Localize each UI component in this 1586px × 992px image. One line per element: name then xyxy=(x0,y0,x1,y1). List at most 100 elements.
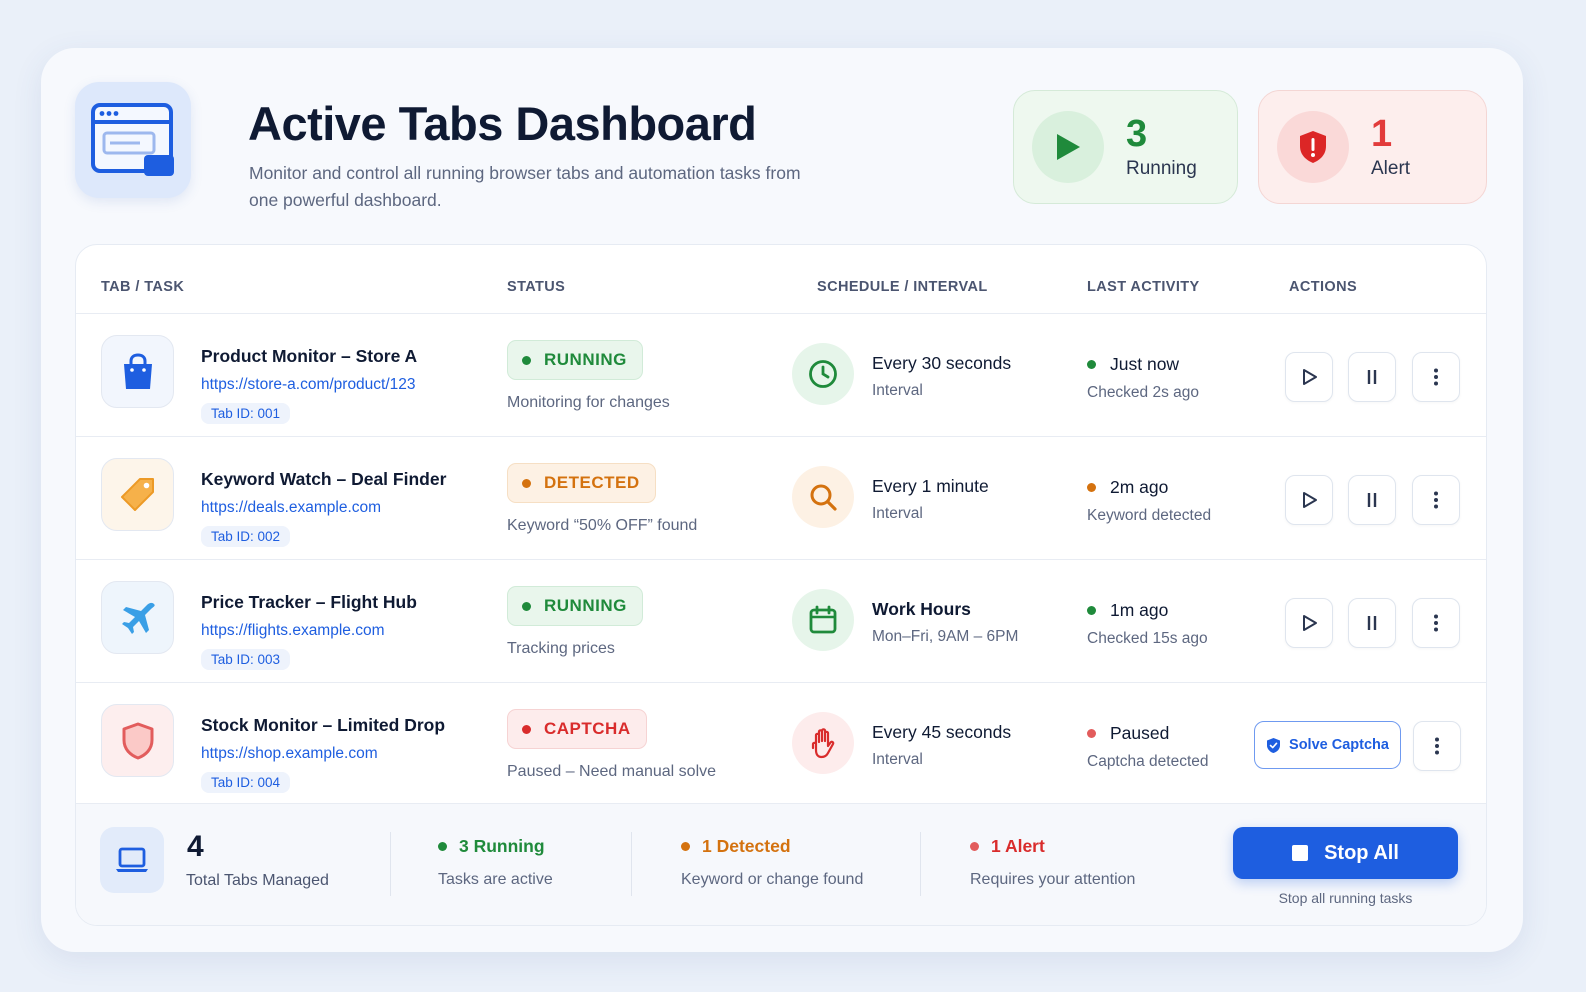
tab-name: Stock Monitor – Limited Drop xyxy=(201,715,446,735)
table-row[interactable]: Stock Monitor – Limited Drop https://sho… xyxy=(76,682,1486,805)
tab-name: Product Monitor – Store A xyxy=(201,346,418,366)
shield-alert-icon xyxy=(1277,111,1349,183)
play-button[interactable] xyxy=(1285,598,1333,648)
status-dot xyxy=(522,355,531,365)
tab-url-link[interactable]: https://shop.example.com xyxy=(201,745,378,763)
running-dot xyxy=(438,842,447,851)
tab-id-badge: Tab ID: 002 xyxy=(201,526,291,547)
status-description: Tracking prices xyxy=(507,640,615,657)
tabs-table: TAB / TASK STATUS SCHEDULE / INTERVAL LA… xyxy=(75,244,1487,926)
search-icon xyxy=(792,466,854,528)
table-row[interactable]: Keyword Watch – Deal Finder https://deal… xyxy=(76,436,1486,559)
pause-button[interactable] xyxy=(1348,475,1396,525)
page-subtitle: Monitor and control all running browser … xyxy=(249,163,801,210)
activity-text: 2m ago xyxy=(1110,477,1169,497)
pause-button[interactable] xyxy=(1348,598,1396,648)
schedule-subtext: Interval xyxy=(872,505,923,522)
page-title: Active Tabs Dashboard xyxy=(248,97,757,150)
status-badge: CAPTCHA xyxy=(507,709,647,749)
status-text: RUNNING xyxy=(544,596,627,615)
shield-icon xyxy=(101,704,174,777)
more-vertical-icon xyxy=(1434,491,1438,509)
stop-all-note: Stop all running tasks xyxy=(1278,890,1413,906)
total-tabs-label: Total Tabs Managed xyxy=(186,872,329,889)
activity-subtext: Checked 15s ago xyxy=(1087,630,1208,647)
table-row[interactable]: Price Tracker – Flight Hub https://fligh… xyxy=(76,559,1486,682)
running-count: 3 xyxy=(1126,113,1148,155)
shield-check-icon xyxy=(1267,737,1281,753)
status-text: DETECTED xyxy=(544,473,640,492)
activity-text: 1m ago xyxy=(1110,600,1169,620)
summary-running-sub: Tasks are active xyxy=(438,871,553,888)
play-button[interactable] xyxy=(1285,475,1333,525)
more-options-button[interactable] xyxy=(1413,721,1461,771)
schedule-subtext: Interval xyxy=(872,382,923,399)
summary-detected-sub: Keyword or change found xyxy=(681,871,864,888)
airplane-icon xyxy=(101,581,174,654)
summary-alert: 1 Alert xyxy=(970,836,1045,857)
laptop-icon xyxy=(100,827,164,893)
last-activity: Paused xyxy=(1087,723,1169,744)
pause-button[interactable] xyxy=(1348,352,1396,402)
play-icon xyxy=(1303,369,1317,385)
last-activity: Just now xyxy=(1087,354,1179,375)
activity-text: Paused xyxy=(1110,723,1170,743)
solve-captcha-button[interactable]: Solve Captcha xyxy=(1254,721,1401,769)
summary-footer: 4 Total Tabs Managed 3 Running Tasks are… xyxy=(76,803,1486,925)
play-button[interactable] xyxy=(1285,352,1333,402)
tab-id-badge: Tab ID: 004 xyxy=(201,772,291,793)
schedule-text: Work Hours xyxy=(872,599,971,619)
activity-dot xyxy=(1087,606,1096,615)
divider xyxy=(920,832,921,896)
alert-dot xyxy=(970,842,979,851)
stop-all-button[interactable]: Stop All xyxy=(1233,827,1458,879)
status-badge: RUNNING xyxy=(507,340,643,380)
header-tab-task: TAB / TASK xyxy=(101,279,185,295)
status-badge: RUNNING xyxy=(507,586,643,626)
summary-alert-sub: Requires your attention xyxy=(970,871,1136,888)
header-schedule: SCHEDULE / INTERVAL xyxy=(817,279,988,295)
status-text: RUNNING xyxy=(544,350,627,369)
tab-url-link[interactable]: https://deals.example.com xyxy=(201,499,381,517)
alert-stat-card[interactable]: 1 Alert xyxy=(1258,90,1487,204)
browser-window-icon xyxy=(75,82,191,198)
summary-running: 3 Running xyxy=(438,836,545,857)
tab-url-link[interactable]: https://store-a.com/product/123 xyxy=(201,376,416,394)
table-row[interactable]: Product Monitor – Store A https://store-… xyxy=(76,313,1486,436)
tab-id-badge: Tab ID: 003 xyxy=(201,649,291,670)
hand-stop-icon xyxy=(792,712,854,774)
summary-detected-text: 1 Detected xyxy=(702,836,791,856)
alert-label: Alert xyxy=(1371,158,1411,179)
running-stat-card[interactable]: 3 Running xyxy=(1013,90,1238,204)
status-text: CAPTCHA xyxy=(544,719,631,738)
activity-subtext: Checked 2s ago xyxy=(1087,384,1200,401)
more-options-button[interactable] xyxy=(1412,475,1460,525)
status-dot xyxy=(522,478,531,488)
play-icon xyxy=(1032,111,1104,183)
more-vertical-icon xyxy=(1434,368,1438,386)
tab-name: Price Tracker – Flight Hub xyxy=(201,592,417,612)
stop-all-label: Stop All xyxy=(1324,841,1399,864)
summary-detected: 1 Detected xyxy=(681,836,791,857)
more-options-button[interactable] xyxy=(1412,598,1460,648)
status-description: Keyword “50% OFF” found xyxy=(507,517,698,534)
schedule-text: Every 45 seconds xyxy=(872,722,1012,742)
more-options-button[interactable] xyxy=(1412,352,1460,402)
pause-icon xyxy=(1367,616,1377,630)
total-tabs-count: 4 xyxy=(187,830,204,863)
activity-dot xyxy=(1087,729,1096,738)
header-last-activity: LAST ACTIVITY xyxy=(1087,279,1200,295)
tab-url-link[interactable]: https://flights.example.com xyxy=(201,622,385,640)
status-dot xyxy=(522,724,531,734)
summary-alert-text: 1 Alert xyxy=(991,836,1045,856)
pause-icon xyxy=(1367,370,1377,384)
activity-subtext: Captcha detected xyxy=(1087,753,1209,770)
alert-count: 1 xyxy=(1371,113,1393,155)
activity-dot xyxy=(1087,360,1096,369)
play-icon xyxy=(1303,492,1317,508)
schedule-subtext: Mon–Fri, 9AM – 6PM xyxy=(872,628,1019,645)
solve-captcha-label: Solve Captcha xyxy=(1289,737,1389,753)
status-dot xyxy=(522,601,531,611)
header-actions: ACTIONS xyxy=(1289,279,1358,295)
activity-text: Just now xyxy=(1110,354,1180,374)
